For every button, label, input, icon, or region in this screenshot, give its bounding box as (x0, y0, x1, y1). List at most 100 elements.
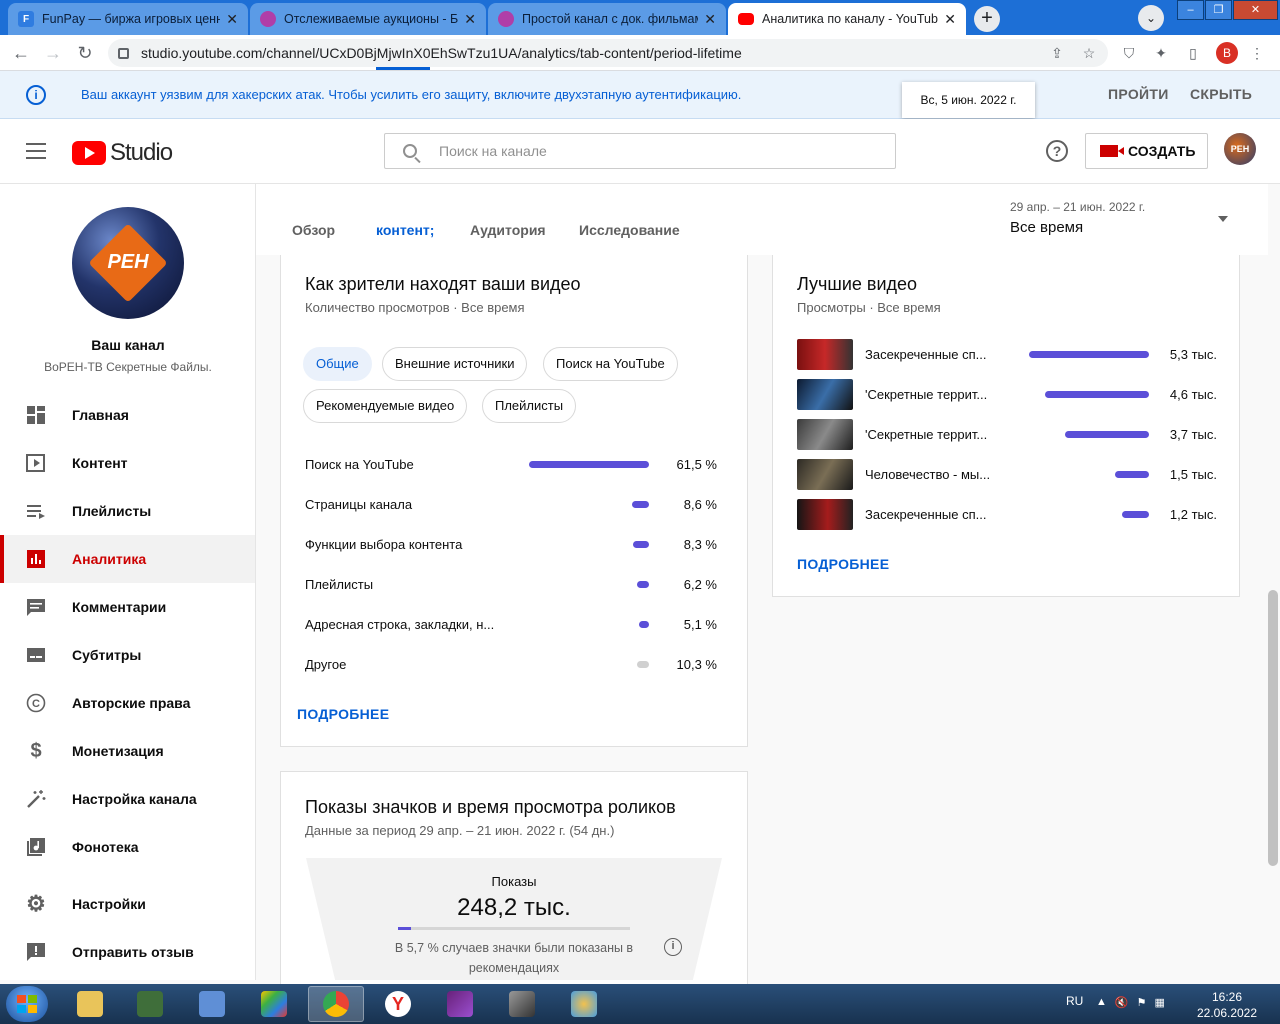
info-icon[interactable]: i (664, 938, 682, 956)
sidebar-item-feedback[interactable]: Отправить отзыв (0, 928, 255, 976)
traffic-source-row: Страницы канала 8,6 % (305, 485, 717, 525)
close-tab-icon[interactable]: ✕ (944, 11, 956, 28)
clock-date[interactable]: 22.06.2022 (1192, 1006, 1262, 1020)
top-video-row[interactable]: 'Секретные террит... 4,6 тыс. (797, 379, 1217, 415)
period-range: 29 апр. – 21 июн. 2022 г. (1010, 200, 1146, 214)
sidebar-item-audio-library[interactable]: Фонотека (0, 823, 255, 871)
taskbar-microphone-app[interactable] (494, 986, 550, 1022)
video-thumbnail[interactable] (797, 459, 853, 490)
chip-general[interactable]: Общие (303, 347, 372, 381)
scrollbar-thumb[interactable] (1268, 590, 1278, 866)
channel-avatar[interactable]: РЕН (72, 207, 184, 319)
sidebar-item-playlists[interactable]: Плейлисты (0, 487, 255, 535)
chip-external[interactable]: Внешние источники (382, 347, 528, 381)
sidebar-item-comments[interactable]: Комментарии (0, 583, 255, 631)
analytics-icon (25, 548, 47, 570)
browser-tab[interactable]: Простой канал с док. фильмам ✕ (488, 3, 726, 35)
hamburger-menu-icon[interactable] (26, 143, 46, 159)
reload-icon[interactable]: ↻ (72, 40, 98, 66)
video-thumbnail[interactable] (797, 339, 853, 370)
sidebar-item-settings[interactable]: ⚙ Настройки (0, 880, 255, 928)
close-tab-icon[interactable]: ✕ (704, 11, 716, 28)
chip-playlists[interactable]: Плейлисты (482, 389, 577, 423)
extensions-puzzle-icon[interactable]: ✦ (1150, 42, 1172, 64)
sidebar-item-subtitles[interactable]: Субтитры (0, 631, 255, 679)
top-videos-more-link[interactable]: ПОДРОБНЕЕ (797, 556, 889, 572)
period-select[interactable]: Все время (1010, 219, 1083, 236)
video-title[interactable]: Засекреченные сп... (865, 347, 995, 362)
restore-icon[interactable]: ❐ (1205, 0, 1232, 20)
video-thumbnail[interactable] (797, 499, 853, 530)
start-button[interactable] (6, 986, 48, 1022)
share-icon[interactable]: ⇪ (1046, 42, 1068, 64)
bookmark-star-icon[interactable]: ☆ (1078, 42, 1100, 64)
taskbar-visual-studio[interactable] (432, 986, 488, 1022)
sidebar-item-copyright[interactable]: C Авторские права (0, 679, 255, 727)
volume-muted-icon[interactable]: 🔇 (1115, 996, 1129, 1009)
back-icon[interactable]: ← (8, 40, 34, 66)
video-views-value: 5,3 тыс. (1169, 347, 1217, 362)
clock-time[interactable]: 16:26 (1192, 990, 1262, 1004)
browser-tab-title: FunPay — биржа игровых ценн (42, 12, 221, 26)
chip-suggested-videos[interactable]: Рекомендуемые видео (303, 389, 468, 423)
sidebar-item-analytics[interactable]: Аналитика (0, 535, 255, 583)
chip-youtube-search[interactable]: Поиск на YouTube (543, 347, 678, 381)
new-tab-button[interactable]: + (974, 6, 1000, 32)
taskbar-yandex[interactable]: Y (370, 986, 426, 1022)
channel-search-input[interactable]: Поиск на канале (384, 133, 896, 169)
taskbar-chrome[interactable] (308, 986, 364, 1022)
side-panel-icon[interactable]: ▯ (1182, 42, 1204, 64)
tab-overview[interactable]: Обзор (292, 222, 335, 238)
top-video-row[interactable]: Засекреченные сп... 1,2 тыс. (797, 499, 1217, 535)
create-button[interactable]: СОЗДАТЬ (1085, 133, 1208, 169)
account-avatar[interactable]: РЕН (1224, 133, 1256, 165)
browser-tab-active[interactable]: Аналитика по каналу - YouTube ✕ (728, 3, 966, 35)
network-icon[interactable]: ▦ (1154, 996, 1164, 1009)
browser-tab[interactable]: Отслеживаемые аукционы - Би ✕ (250, 3, 486, 35)
video-title[interactable]: 'Секретные террит... (865, 427, 995, 442)
top-video-row[interactable]: 'Секретные террит... 3,7 тыс. (797, 419, 1217, 455)
browser-profile-avatar[interactable]: B (1216, 42, 1238, 64)
traffic-more-link[interactable]: ПОДРОБНЕЕ (297, 706, 389, 722)
sidebar-item-monetization[interactable]: $ Монетизация (0, 727, 255, 775)
video-title[interactable]: Засекреченные сп... (865, 507, 995, 522)
sidebar-item-customization[interactable]: Настройка канала (0, 775, 255, 823)
tab-content[interactable]: контент; (376, 222, 434, 238)
close-tab-icon[interactable]: ✕ (464, 11, 476, 28)
action-center-icon[interactable]: ⚑ (1137, 996, 1147, 1009)
browser-tab[interactable]: F FunPay — биржа игровых ценн ✕ (8, 3, 248, 35)
shield-extension-icon[interactable]: ⛉ (1118, 42, 1140, 64)
info-icon: i (26, 85, 46, 105)
close-tab-icon[interactable]: ✕ (226, 11, 238, 28)
sidebar-item-dashboard[interactable]: Главная (0, 391, 255, 439)
banner-hide-button[interactable]: СКРЫТЬ (1190, 86, 1252, 102)
active-tab-indicator (376, 67, 430, 70)
help-icon[interactable]: ? (1046, 140, 1068, 162)
taskbar-task-manager[interactable] (122, 986, 178, 1022)
taskbar-explorer[interactable] (62, 986, 118, 1022)
sidebar-item-content[interactable]: Контент (0, 439, 255, 487)
youtube-studio-logo[interactable]: Studio (72, 139, 173, 167)
taskbar-paint[interactable] (556, 986, 612, 1022)
minimize-icon[interactable]: – (1177, 0, 1204, 20)
top-video-row[interactable]: Человечество - мы... 1,5 тыс. (797, 459, 1217, 495)
banner-go-button[interactable]: ПРОЙТИ (1108, 86, 1169, 102)
video-title[interactable]: 'Секретные террит... (865, 387, 995, 402)
address-bar[interactable]: studio.youtube.com/channel/UCxD0BjMjwInX… (108, 39, 1108, 67)
show-hidden-icons-icon[interactable]: ▲ (1096, 996, 1107, 1009)
video-title[interactable]: Человечество - мы... (865, 467, 995, 482)
traffic-source-label: Адресная строка, закладки, н... (305, 617, 495, 632)
close-window-icon[interactable]: ✕ (1233, 0, 1278, 20)
forward-icon[interactable]: → (40, 40, 66, 66)
top-video-row[interactable]: Засекреченные сп... 5,3 тыс. (797, 339, 1217, 375)
taskbar-keyboard-app[interactable] (184, 986, 240, 1022)
browser-menu-icon[interactable]: ⋮ (1246, 42, 1268, 64)
taskbar-bluestacks[interactable] (246, 986, 302, 1022)
language-indicator[interactable]: RU (1066, 994, 1083, 1008)
video-thumbnail[interactable] (797, 419, 853, 450)
video-thumbnail[interactable] (797, 379, 853, 410)
tab-audience[interactable]: Аудитория (470, 222, 546, 238)
tab-research[interactable]: Исследование (579, 222, 680, 238)
dropdown-caret-icon[interactable] (1218, 216, 1228, 222)
tab-search-icon[interactable]: ⌄ (1138, 5, 1164, 31)
